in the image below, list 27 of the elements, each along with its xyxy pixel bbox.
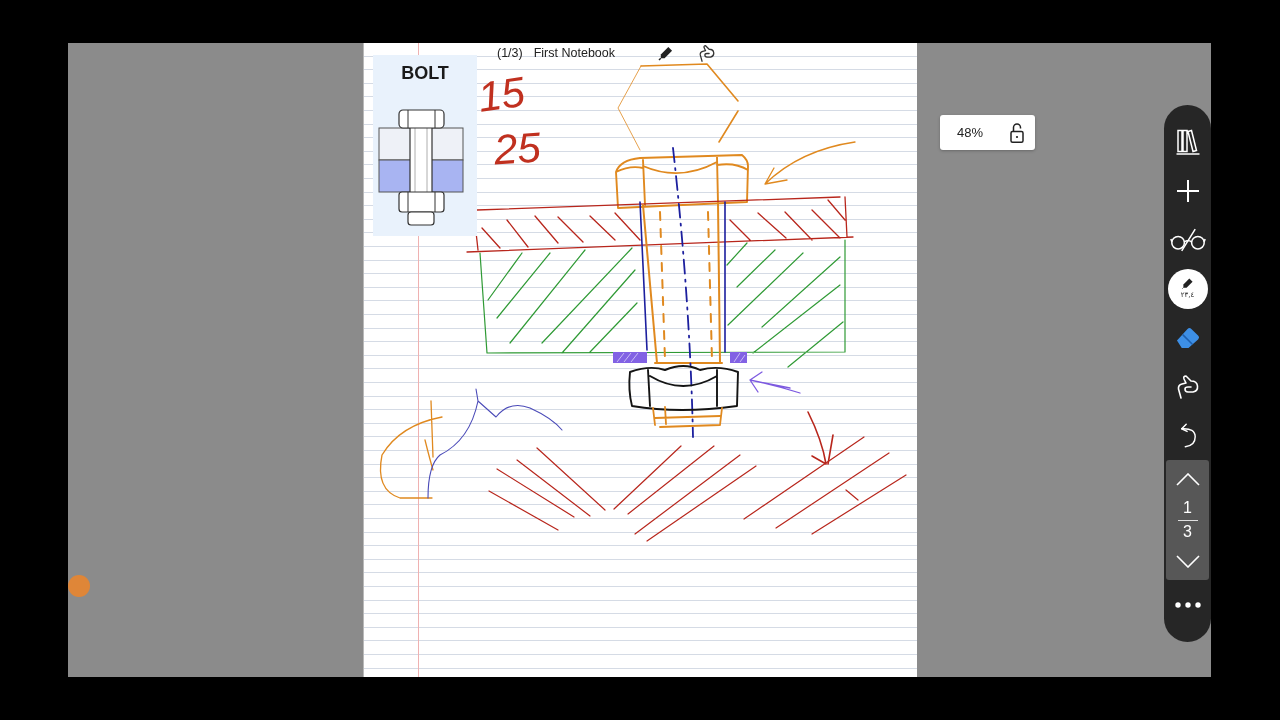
washer-sketch [613, 352, 647, 363]
hand-icon [1176, 374, 1199, 399]
eraser-icon [1175, 326, 1200, 349]
washer-sketch [730, 352, 747, 363]
plus-icon [1176, 179, 1199, 202]
undo-icon [1178, 423, 1197, 448]
page-indicator: (1/3) [497, 46, 523, 60]
page-count: 3 [1183, 522, 1192, 542]
books-icon [1175, 128, 1200, 155]
zoom-level: 48% [957, 125, 984, 140]
hand-icon[interactable] [699, 44, 715, 62]
pen-icon [1182, 278, 1193, 289]
current-page-number: 1 [1183, 498, 1192, 518]
chevron-down-icon [1175, 554, 1200, 568]
handwritten-note: 25 [492, 125, 543, 173]
bolt-end-sketch [652, 406, 723, 428]
notebook-title: First Notebook [533, 46, 615, 60]
unlocked-icon[interactable] [1010, 122, 1024, 143]
dot-icon [68, 575, 90, 597]
marker-icon[interactable] [658, 45, 673, 61]
arrow-sketch [807, 411, 834, 465]
more-icon [1174, 602, 1201, 608]
glasses-icon [1169, 227, 1206, 252]
card-title: BOLT [401, 63, 449, 84]
chevron-up-icon [1175, 472, 1200, 486]
handwritten-note: 15 [475, 69, 528, 121]
arrow-sketch [749, 371, 801, 394]
